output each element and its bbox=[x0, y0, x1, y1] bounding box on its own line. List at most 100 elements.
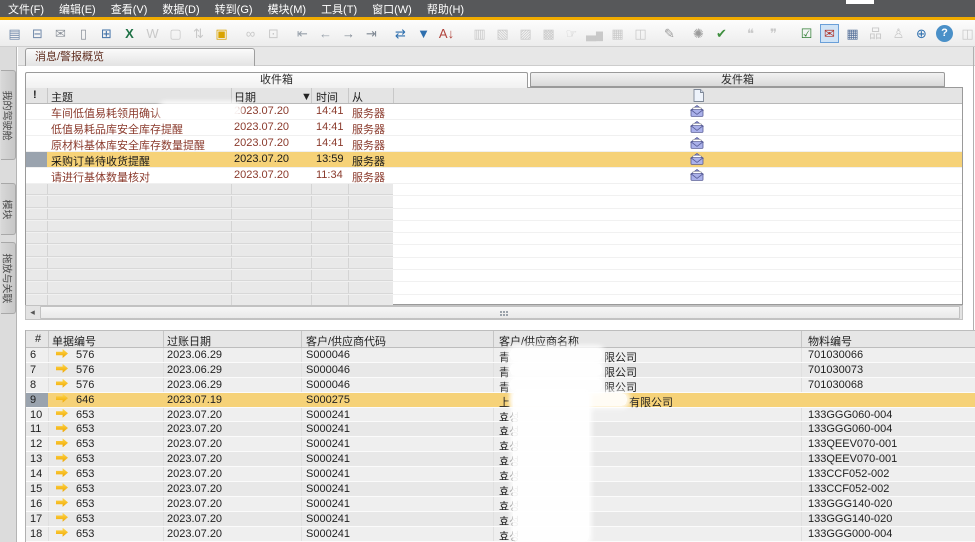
inbox-message-row[interactable]: 车间低值易耗领用确认2023.07.2014:41服务器 bbox=[26, 104, 962, 120]
details-column-header-num[interactable]: # bbox=[35, 333, 41, 345]
link-arrow-icon[interactable] bbox=[56, 498, 68, 507]
link-arrow-icon[interactable] bbox=[56, 528, 68, 537]
posting-date: 2023.07.20 bbox=[167, 498, 222, 510]
link-arrow-icon[interactable] bbox=[56, 379, 68, 388]
first-record-icon[interactable]: ⇤ bbox=[294, 25, 311, 42]
tab-inbox[interactable]: 收件箱 bbox=[25, 72, 528, 88]
help-icon[interactable]: ? bbox=[936, 25, 953, 42]
email-icon[interactable]: ✉ bbox=[52, 25, 69, 42]
message-date: 2023.07.20 bbox=[234, 105, 289, 117]
tab-outbox[interactable]: 发件箱 bbox=[530, 72, 945, 87]
document-edit-icon[interactable]: ✔ bbox=[713, 25, 730, 42]
menu-data[interactable]: 数据(D) bbox=[162, 1, 199, 17]
details-row[interactable]: 85762023.06.29S000046青限公司701030068 bbox=[26, 378, 975, 393]
export-excel-icon[interactable]: X bbox=[121, 25, 138, 42]
open-envelope-icon[interactable] bbox=[690, 121, 704, 133]
details-column-header-posting_date[interactable]: 过账日期 bbox=[167, 333, 211, 349]
menu-window[interactable]: 窗口(W) bbox=[372, 1, 412, 17]
details-column-header-bp_code[interactable]: 客户/供应商代码 bbox=[306, 333, 386, 349]
details-row[interactable]: 75762023.06.29S000046青限公司701030073 bbox=[26, 363, 975, 378]
inbox-message-row[interactable]: 请进行基体数量核对2023.07.2011:34服务器 bbox=[26, 168, 962, 184]
details-column-header-item_no[interactable]: 物料编号 bbox=[808, 333, 852, 349]
details-row[interactable]: 156532023.07.20S000241효성133CCF052-002 bbox=[26, 482, 975, 497]
link-arrow-icon[interactable] bbox=[56, 453, 68, 462]
link-arrow-icon[interactable] bbox=[56, 423, 68, 432]
details-row[interactable]: 146532023.07.20S000241효성133CCF052-002 bbox=[26, 467, 975, 482]
lock-icon[interactable]: ▣ bbox=[213, 25, 230, 42]
inbox-message-row[interactable]: 原材料基体库安全库存数量提醒2023.07.2014:41服务器 bbox=[26, 136, 962, 152]
horizontal-scrollbar[interactable]: ◂ bbox=[25, 305, 963, 320]
inbox-column-header-time[interactable]: 时间 bbox=[316, 89, 338, 105]
next-record-icon[interactable]: → bbox=[340, 25, 357, 42]
sms-icon[interactable]: ▯ bbox=[75, 25, 92, 42]
menu-help[interactable]: 帮助(H) bbox=[427, 1, 464, 17]
open-envelope-icon[interactable] bbox=[690, 105, 704, 117]
sidebar-tab-drag-relate[interactable]: 拖放与关联 bbox=[1, 242, 16, 314]
inbox-empty-cells bbox=[26, 233, 393, 244]
inbox-empty-cells bbox=[26, 245, 393, 256]
menu-modules[interactable]: 模块(M) bbox=[268, 1, 307, 17]
filter-icon[interactable]: ▼ bbox=[415, 25, 432, 42]
inbox-message-row[interactable]: 采购订单待收货提醒2023.07.2013:59服务器 bbox=[26, 152, 962, 168]
message-date: 2023.07.20 bbox=[234, 121, 289, 133]
previous-record-icon[interactable]: ← bbox=[317, 25, 334, 42]
details-column-header-doc_no[interactable]: 单据编号 bbox=[52, 333, 96, 349]
details-row[interactable]: 126532023.07.20S000241효성133QEEV070-001 bbox=[26, 437, 975, 452]
posting-date: 2023.07.20 bbox=[167, 483, 222, 495]
document-settings-icon[interactable]: ✺ bbox=[690, 25, 707, 42]
menu-tools[interactable]: 工具(T) bbox=[321, 1, 357, 17]
window-tab-messages-overview[interactable]: 消息/警报概览 bbox=[25, 48, 255, 66]
sort-icon[interactable]: A↓ bbox=[438, 25, 455, 42]
edit-icon[interactable]: ✎ bbox=[661, 25, 678, 42]
print-icon[interactable]: ⊟ bbox=[29, 25, 46, 42]
open-envelope-icon[interactable] bbox=[690, 137, 704, 149]
menu-view[interactable]: 查看(V) bbox=[111, 1, 148, 17]
details-row[interactable]: 106532023.07.20S000241효성133GGG060-004 bbox=[26, 408, 975, 423]
link-arrow-icon[interactable] bbox=[56, 513, 68, 522]
sidebar-tab-label: 拖放与关联 bbox=[1, 253, 16, 303]
link-arrow-icon[interactable] bbox=[56, 394, 68, 403]
inbox-column-header-date[interactable]: 日期 bbox=[234, 89, 256, 105]
messages-icon[interactable]: ✉ bbox=[821, 25, 838, 42]
inbox-message-row[interactable]: 低值易耗品库安全库存提醒2023.07.2014:41服务器 bbox=[26, 120, 962, 136]
calendar-globe-icon[interactable]: ⊕ bbox=[913, 25, 930, 42]
details-column-header-bp_name[interactable]: 客户/供应商名称 bbox=[499, 333, 579, 349]
document-number: 576 bbox=[76, 379, 94, 391]
link-arrow-icon[interactable] bbox=[56, 483, 68, 492]
select-area-icon: ⊡ bbox=[265, 25, 282, 42]
sidebar-tab-modules[interactable]: 模块 bbox=[1, 183, 16, 235]
table-calc-icon[interactable]: ▦ bbox=[844, 25, 861, 42]
details-row[interactable]: 176532023.07.20S000241효성133GGG140-020 bbox=[26, 512, 975, 527]
bp-code: S000046 bbox=[306, 349, 350, 361]
link-arrow-icon[interactable] bbox=[56, 438, 68, 447]
sidebar-tab-my-cockpit[interactable]: 我的驾驶舱 bbox=[1, 70, 16, 160]
refresh-icon[interactable]: ⇄ bbox=[392, 25, 409, 42]
menu-goto[interactable]: 转到(G) bbox=[215, 1, 253, 17]
link-arrow-icon[interactable] bbox=[56, 364, 68, 373]
open-envelope-icon[interactable] bbox=[690, 153, 704, 165]
paste-icon: ▧ bbox=[494, 25, 511, 42]
details-row[interactable]: 96462023.07.19S000275上有限公司 bbox=[26, 393, 975, 408]
message-from: 服务器 bbox=[352, 137, 385, 153]
details-row[interactable]: 65762023.06.29S000046青限公司701030066 bbox=[26, 348, 975, 363]
inbox-column-header-subject[interactable]: 主题 bbox=[51, 89, 73, 105]
link-arrow-icon[interactable] bbox=[56, 349, 68, 358]
menu-file[interactable]: 文件(F) bbox=[8, 1, 44, 17]
menu-edit[interactable]: 编辑(E) bbox=[59, 1, 96, 17]
print-preview-icon[interactable]: ▤ bbox=[6, 25, 23, 42]
inbox-column-header-from[interactable]: 从 bbox=[352, 89, 363, 105]
details-row[interactable]: 166532023.07.20S000241효성133GGG140-020 bbox=[26, 497, 975, 512]
last-record-icon[interactable]: ⇥ bbox=[363, 25, 380, 42]
details-row[interactable]: 116532023.07.20S000241효성133GGG060-004 bbox=[26, 422, 975, 437]
row-number: 6 bbox=[30, 349, 36, 361]
scrollbar-thumb[interactable] bbox=[40, 306, 960, 319]
details-row[interactable]: 186532023.07.20S000241효성133GGG000-004 bbox=[26, 527, 975, 542]
fax-icon[interactable]: ⊞ bbox=[98, 25, 115, 42]
details-row[interactable]: 136532023.07.20S000241효성133QEEV070-001 bbox=[26, 452, 975, 467]
link-arrow-icon[interactable] bbox=[56, 409, 68, 418]
todo-list-icon[interactable]: ☑ bbox=[798, 25, 815, 42]
link-arrow-icon[interactable] bbox=[56, 468, 68, 477]
inbox-column-header-priority[interactable]: ! bbox=[33, 89, 37, 101]
scroll-left-arrow-icon[interactable]: ◂ bbox=[26, 306, 39, 319]
open-envelope-icon[interactable] bbox=[690, 169, 704, 181]
